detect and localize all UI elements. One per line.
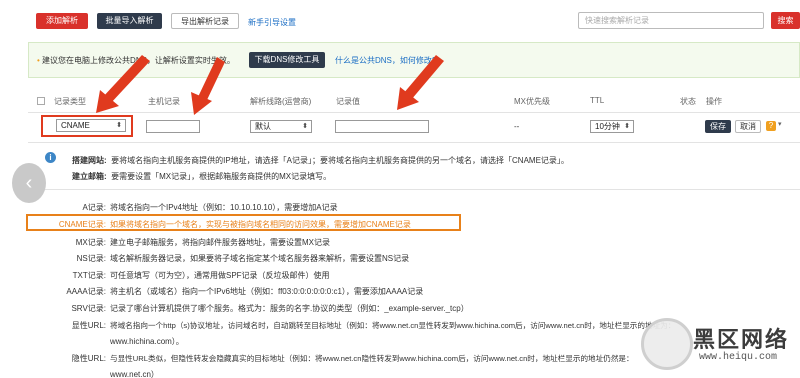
watermark-logo [641,318,693,370]
watermark-url: www.heiqu.com [699,352,778,363]
arrow-host-record [191,57,225,115]
arrow-record-value [397,55,444,110]
watermark-text: 黑区网络 [693,327,790,352]
site-watermark: 黑区网络 www.heiqu.com [641,316,791,374]
arrow-record-type [96,55,150,113]
